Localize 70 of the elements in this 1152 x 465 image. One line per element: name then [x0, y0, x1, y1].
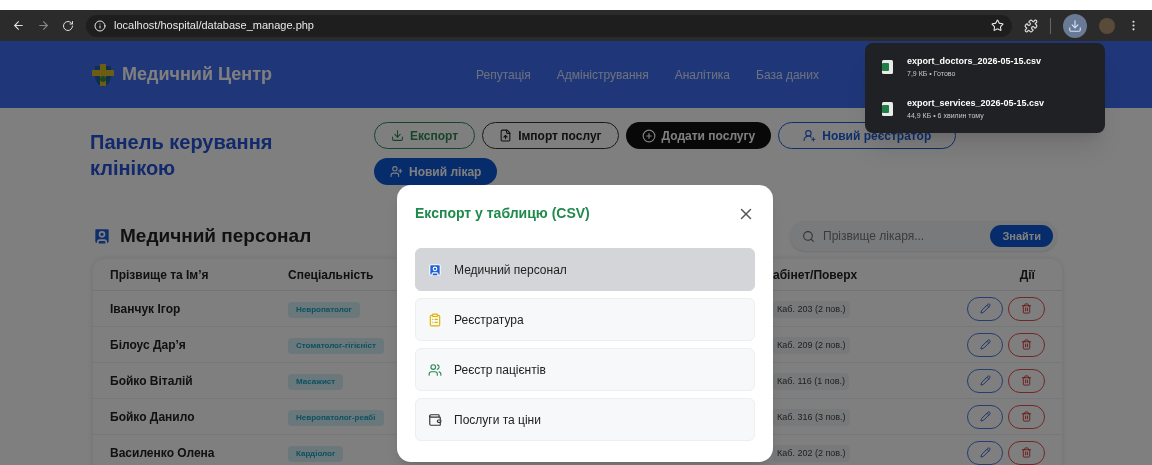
export-option[interactable]: Послуги та ціни	[415, 398, 755, 441]
pencil-icon	[979, 339, 991, 350]
wallet-icon	[428, 412, 442, 427]
column-header: Дії	[1019, 267, 1035, 282]
doctor-name: Бойко Віталій	[110, 372, 194, 390]
download-file-name[interactable]: export_services_2026-05-15.csv	[907, 97, 1045, 111]
room-tag: Каб. 209 (2 пов.)	[773, 336, 850, 355]
column-header: Прізвище та Ім’я	[110, 267, 209, 282]
user-plus-icon	[390, 165, 403, 178]
pencil-icon	[979, 375, 991, 386]
pencil-icon	[979, 303, 991, 314]
avatar[interactable]	[1099, 17, 1115, 34]
download-file-name[interactable]: export_doctors_2026-05-15.csv	[907, 55, 1042, 69]
room-tag: Каб. 203 (2 пов.)	[773, 300, 850, 319]
trash-icon	[1021, 339, 1032, 350]
forward-icon[interactable]	[37, 19, 50, 32]
room-tag: Каб. 316 (3 пов.)	[773, 408, 850, 427]
trash-icon	[1021, 303, 1032, 314]
back-icon[interactable]	[12, 19, 25, 32]
doctor-name: Білоус Дар’я	[110, 336, 187, 354]
search-field[interactable]: Прізвище лікаря... Знайти	[790, 221, 1057, 251]
page-title: Панель керування клінікою	[90, 130, 274, 181]
export-option[interactable]: Реєстратура	[415, 298, 755, 341]
user-plus-icon	[803, 129, 817, 142]
downloads-button[interactable]	[1063, 13, 1087, 38]
doctor-name: Василенко Олена	[110, 444, 216, 462]
spreadsheet-icon	[882, 102, 893, 116]
plus-icon	[641, 128, 656, 143]
badge-icon	[428, 262, 442, 277]
logo-icon	[90, 61, 116, 88]
spreadsheet-icon	[882, 60, 893, 74]
column-header: Спеціальність	[288, 267, 374, 282]
star-icon[interactable]	[991, 19, 1004, 32]
reload-icon[interactable]	[62, 19, 74, 32]
column-header: абінет/Поверх	[773, 267, 858, 282]
pencil-icon	[979, 447, 991, 458]
section-title: Медичний персонал	[120, 223, 312, 248]
export-button[interactable]: Експорт	[374, 122, 476, 149]
search-button[interactable]: Знайти	[990, 225, 1053, 247]
doctor-name: Іванчук Ігор	[110, 300, 182, 318]
address-bar[interactable]: localhost/hospital/database_manage.php	[86, 14, 1012, 37]
trash-icon	[1021, 375, 1032, 386]
specialty-tag: Масажист	[288, 374, 344, 390]
dialog-title: Експорт у таблицю (CSV)	[415, 204, 590, 223]
extensions-icon[interactable]	[1024, 18, 1038, 33]
url-text: localhost/hospital/database_manage.php	[114, 18, 314, 34]
file-icon	[499, 129, 513, 142]
doctor-name: Бойко Данило	[110, 408, 196, 426]
add-service-button[interactable]: Додати послугу	[625, 122, 772, 149]
specialty-tag: Невропатолог	[288, 302, 360, 318]
pencil-icon	[979, 411, 991, 422]
people-icon	[428, 362, 442, 377]
download-icon	[391, 129, 404, 142]
download-icon	[1068, 18, 1082, 33]
search-icon	[802, 229, 815, 243]
badge-icon	[92, 226, 112, 246]
new-doctor-button[interactable]: Новий лікар	[374, 158, 498, 185]
trash-icon	[1021, 411, 1032, 422]
room-tag: Каб. 202 (2 пов.)	[773, 444, 850, 463]
brand-name: Медичний Центр	[122, 63, 273, 86]
export-option[interactable]: Реєстр пацієнтів	[415, 348, 755, 391]
trash-icon	[1021, 447, 1032, 458]
import-button[interactable]: Імпорт послуг	[482, 122, 619, 149]
specialty-tag: Невропатолог-реабі	[288, 410, 384, 426]
clipboard-icon	[428, 312, 442, 327]
room-tag: Каб. 116 (1 пов.)	[773, 372, 849, 391]
specialty-tag: Кардіолог	[288, 446, 344, 462]
specialty-tag: Стоматолог-гігієніст	[288, 338, 384, 354]
export-option[interactable]: Медичний персонал	[415, 248, 755, 291]
info-icon	[94, 19, 106, 32]
